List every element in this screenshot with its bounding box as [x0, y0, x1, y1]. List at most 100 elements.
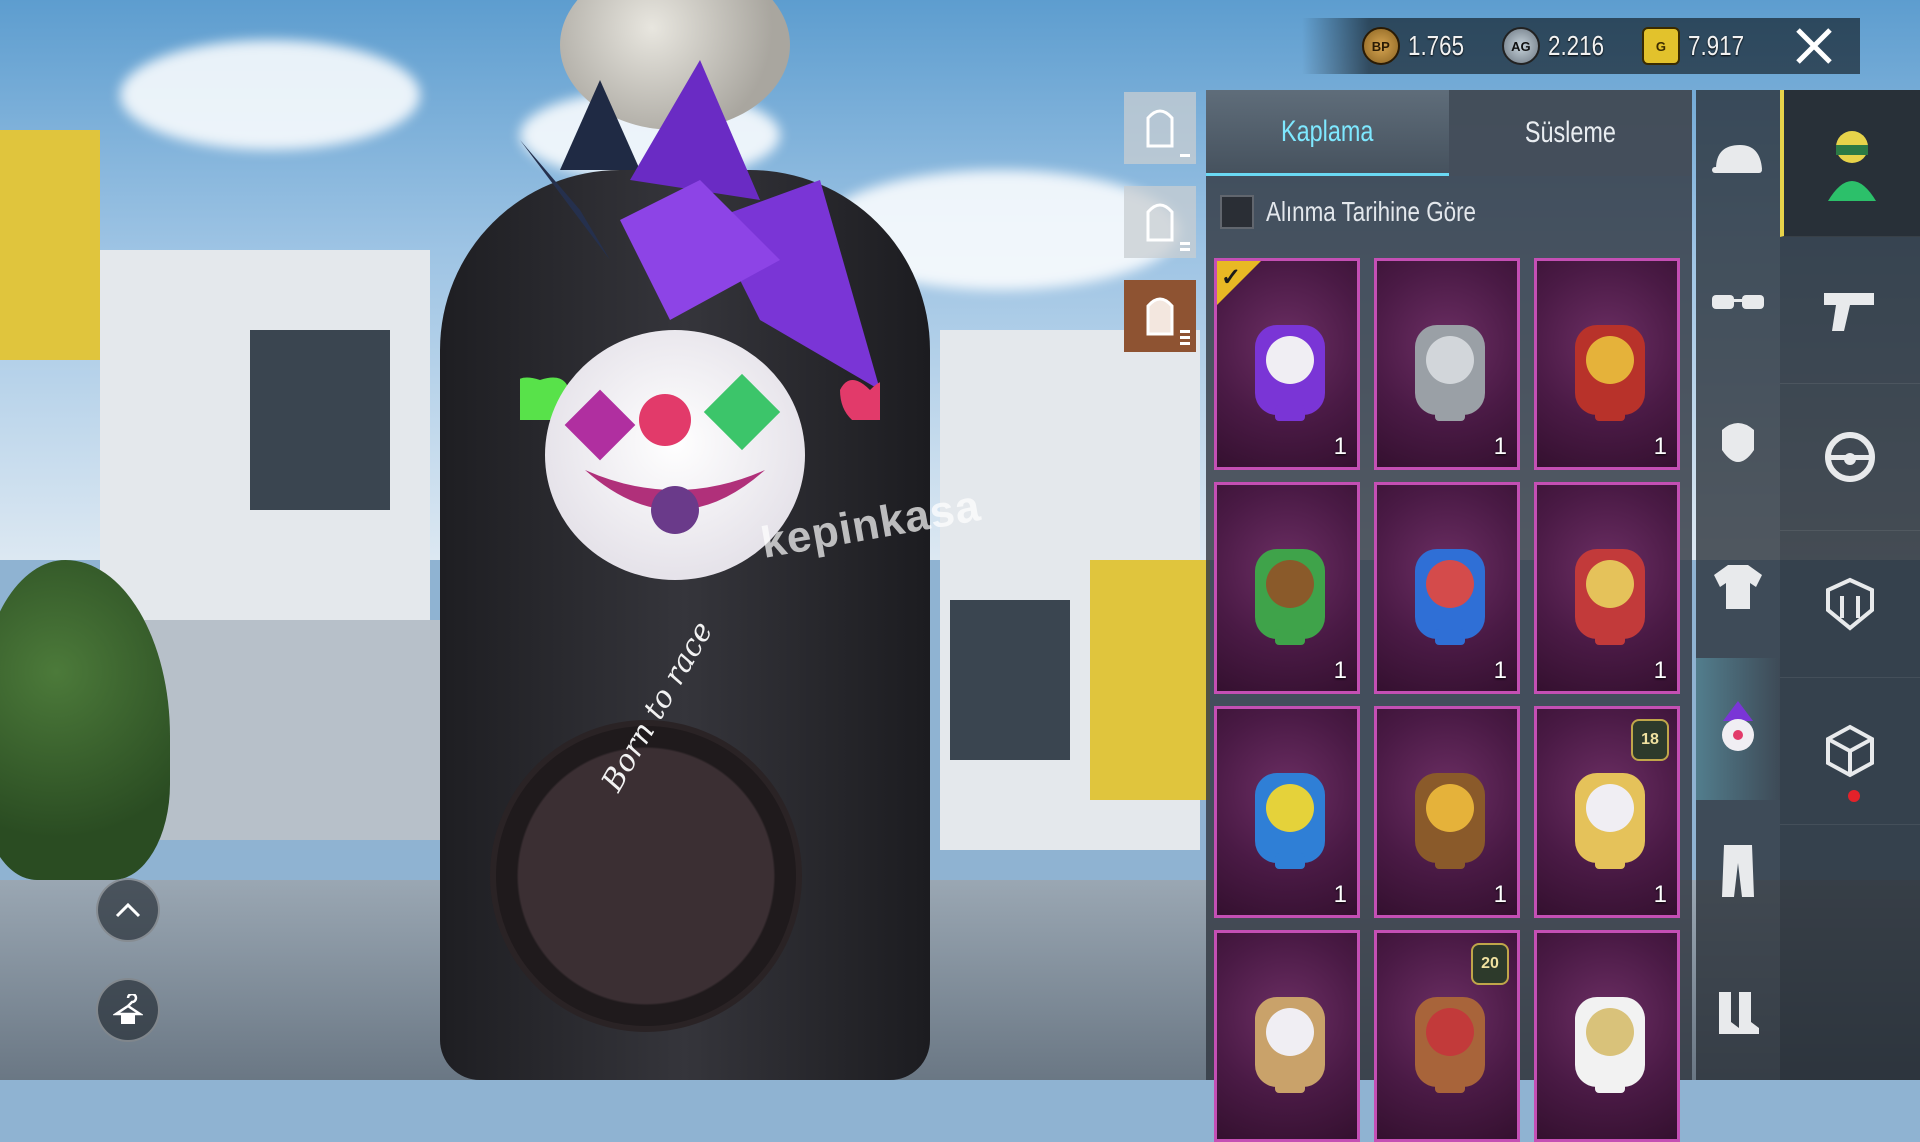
item-card-king-skull-backpack[interactable]: 18 1 [1534, 706, 1680, 918]
category-jacket[interactable] [1696, 516, 1780, 658]
type-weapon[interactable] [1780, 237, 1920, 384]
building-window [250, 330, 390, 510]
item-count: 1 [1653, 881, 1667, 908]
character-avatar-icon [1828, 131, 1876, 201]
cap-icon [1712, 145, 1762, 173]
item-card-pixel-monster-backpack[interactable]: 1 [1214, 706, 1360, 918]
jester-backpack-icon [1722, 701, 1754, 751]
backpack-level-3-button[interactable]: ▬ ▬ ▬ [1124, 280, 1196, 352]
inventory-tabs: Kaplama Süsleme [1206, 90, 1692, 176]
item-card-jester-backpack[interactable]: ✓ 1 [1214, 258, 1360, 470]
mask-icon [1722, 423, 1754, 462]
close-icon [1796, 28, 1832, 64]
tab-kaplama[interactable]: Kaplama [1206, 90, 1449, 176]
item-card-tiger-backpack[interactable] [1214, 930, 1360, 1142]
pants-icon [1722, 845, 1754, 897]
type-crate[interactable] [1780, 678, 1920, 825]
item-count: 1 [1493, 657, 1507, 684]
category-shoes[interactable] [1696, 942, 1780, 1084]
tab-label: Süsleme [1524, 116, 1617, 149]
level-bars-icon: ▬ [1180, 149, 1190, 160]
item-count: 1 [1653, 657, 1667, 684]
item-card-robot-tv-backpack[interactable]: 1 [1374, 482, 1520, 694]
item-count: 1 [1333, 433, 1347, 460]
tiger-backpack-icon [1255, 997, 1325, 1093]
backpack-level-1-button[interactable]: ▬ [1124, 92, 1196, 164]
category-pants[interactable] [1696, 800, 1780, 942]
item-card-bear-backpack[interactable]: 20 [1374, 930, 1520, 1142]
ag-coin-icon: AG [1501, 27, 1540, 65]
building [0, 130, 100, 360]
inventory-panel: Kaplama Süsleme Alınma Tarihine Göre ✓ 1 1… [1206, 90, 1692, 1142]
bp-value: 1.765 [1407, 30, 1464, 61]
checkmark-icon: ✓ [1221, 264, 1242, 291]
item-card-white-gold-backpack[interactable] [1534, 930, 1680, 1142]
type-gear[interactable] [1780, 531, 1920, 678]
hanger-icon [113, 994, 143, 1024]
backpack-level-2-button[interactable]: ▬ ▬ [1124, 186, 1196, 258]
backpack-icon [1146, 297, 1174, 336]
type-vehicle[interactable] [1780, 384, 1920, 531]
sort-row[interactable]: Alınma Tarihine Göre [1206, 176, 1692, 248]
frying-pan [490, 720, 802, 1032]
box-icon [1826, 724, 1874, 778]
jester-backpack-icon [1255, 325, 1325, 421]
lantern-backpack-icon [1575, 549, 1645, 645]
golden-dragon-backpack-icon [1575, 325, 1645, 421]
chevron-up-icon [115, 902, 141, 918]
currency-bar: BP 1.765 AG 2.216 G 7.917 [1301, 18, 1860, 74]
treasure-chest-backpack-icon [1415, 773, 1485, 869]
level-bars-icon: ▬ ▬ ▬ [1180, 325, 1190, 348]
item-count: 1 [1493, 881, 1507, 908]
bp-currency: BP 1.765 [1361, 27, 1478, 65]
robot-tv-backpack-icon [1415, 549, 1485, 645]
item-type-sidebar [1780, 90, 1920, 1080]
wardrobe-button[interactable] [96, 978, 160, 1042]
item-card-treasure-chest-backpack[interactable]: 1 [1374, 706, 1520, 918]
pistol-icon [1824, 293, 1874, 331]
outfit-category-sidebar [1696, 90, 1780, 1080]
item-count: 1 [1493, 433, 1507, 460]
uc-value: 7.917 [1687, 30, 1744, 61]
notification-dot [1848, 790, 1860, 802]
tab-label: Kaplama [1281, 114, 1374, 148]
item-card-lantern-backpack[interactable]: 1 [1534, 482, 1680, 694]
pixel-monster-backpack-icon [1255, 773, 1325, 869]
category-glasses[interactable] [1696, 232, 1780, 374]
sort-checkbox[interactable] [1220, 195, 1254, 229]
item-grid: ✓ 1 1 1 1 1 1 1 1 18 1 20 [1214, 258, 1684, 1142]
bp-coin-icon: BP [1361, 27, 1400, 65]
steering-wheel-icon [1825, 432, 1875, 482]
item-count: 1 [1333, 657, 1347, 684]
scroll-up-button[interactable] [96, 878, 160, 942]
jacket-icon [1714, 565, 1762, 609]
ag-currency: AG 2.216 [1501, 27, 1618, 65]
item-card-silver-scale-backpack[interactable]: 1 [1374, 258, 1520, 470]
level-badge: 20 [1471, 943, 1509, 985]
tab-susleme[interactable]: Süsleme [1449, 90, 1692, 176]
silver-scale-backpack-icon [1415, 325, 1485, 421]
item-card-cactus-backpack[interactable]: 1 [1214, 482, 1360, 694]
boots-icon [1719, 992, 1759, 1034]
backpack-icon [1146, 203, 1174, 242]
category-backpack[interactable] [1696, 658, 1780, 800]
white-gold-backpack-icon [1575, 997, 1645, 1093]
ag-value: 2.216 [1547, 30, 1604, 61]
level-badge: 18 [1631, 719, 1669, 761]
category-mask[interactable] [1696, 374, 1780, 516]
item-count: 1 [1333, 881, 1347, 908]
backpack-level-selector: ▬ ▬ ▬ ▬ ▬ ▬ [1124, 92, 1196, 374]
building [1090, 560, 1210, 800]
category-hat[interactable] [1696, 90, 1780, 232]
glasses-icon [1712, 295, 1764, 309]
backpack-icon [1146, 109, 1174, 148]
level-bars-icon: ▬ ▬ [1180, 237, 1190, 254]
item-card-golden-dragon-backpack[interactable]: 1 [1534, 258, 1680, 470]
armor-icon [1826, 577, 1874, 631]
type-outfit[interactable] [1780, 90, 1920, 237]
sort-label: Alınma Tarihine Göre [1266, 196, 1476, 227]
uc-currency: G 7.917 [1641, 27, 1758, 65]
cloud [120, 40, 420, 150]
cactus-backpack-icon [1255, 549, 1325, 645]
close-button[interactable] [1788, 20, 1840, 72]
